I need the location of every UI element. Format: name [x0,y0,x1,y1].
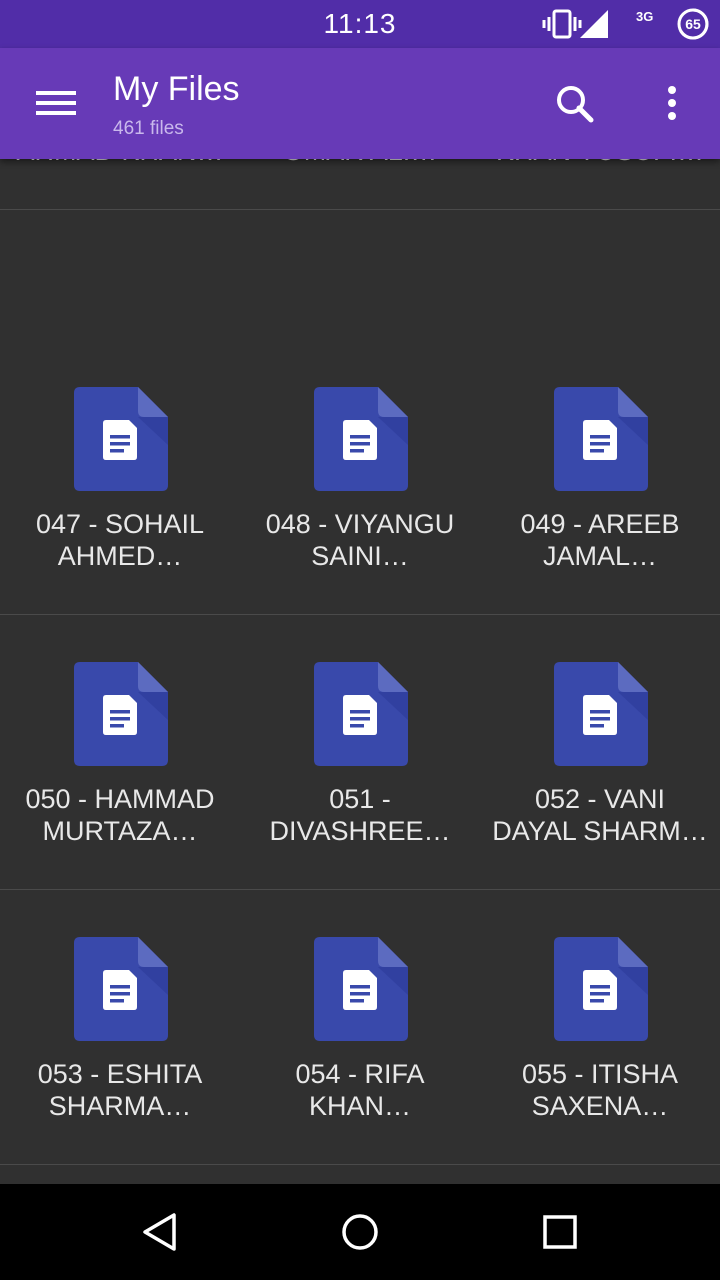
signal-icon [580,10,608,38]
file-item[interactable]: 054 - RIFA KHAN… [240,890,480,1165]
file-row: 050 - HAMMAD MURTAZA… 051 - DIVASHREE… 052 -… [0,615,720,890]
document-icon [554,662,648,766]
back-button[interactable] [120,1202,200,1262]
file-grid[interactable]: 044 - SHAHPERAHMAD KHAN…045 - SYEDOMAR A… [0,0,720,1184]
file-name-line2: SAXENA… [531,1091,669,1121]
file-name-line2: SAINI… [311,541,409,571]
file-name: 049 - AREEB JAMAL… [490,508,710,572]
file-name-line2: DIVASHREE… [269,816,451,846]
file-item[interactable]: 050 - HAMMAD MURTAZA… [0,615,240,890]
menu-button[interactable] [22,72,90,134]
file-row: 047 - SOHAIL AHMED… 048 - VIYANGU SAINI… 049… [0,340,720,615]
file-name-line1: 051 - [329,784,391,814]
more-options-button[interactable] [650,76,694,132]
vibrate-icon [542,9,582,39]
file-name: 055 - ITISHA SAXENA… [490,1058,710,1122]
file-item[interactable]: 048 - VIYANGU SAINI… [240,340,480,615]
home-button[interactable] [320,1202,400,1262]
file-name-line1: 054 - RIFA [295,1059,425,1089]
document-icon [314,937,408,1041]
file-name: 048 - VIYANGU SAINI… [250,508,470,572]
file-name-line1: 052 - VANI [534,784,666,814]
search-button[interactable] [545,76,605,132]
file-name-line1: 055 - ITISHA [521,1059,679,1089]
file-name-line1: 050 - HAMMAD [25,784,215,814]
navigation-bar [0,1184,720,1280]
file-count: 461 files [113,118,184,139]
file-item[interactable]: 051 - DIVASHREE… [240,615,480,890]
file-name: 050 - HAMMAD MURTAZA… [10,783,230,847]
file-name: 051 - DIVASHREE… [250,783,470,847]
file-name-line2: DAYAL SHARM… [492,816,708,846]
file-name: 053 - ESHITA SHARMA… [10,1058,230,1122]
file-name-line2: AHMED… [57,541,183,571]
status-bar: 11:13 3G 65 [0,0,720,48]
more-vert-icon [668,86,676,120]
file-row: 053 - ESHITA SHARMA… 054 - RIFA KHAN… 055 - … [0,890,720,1165]
file-name-line2: MURTAZA… [42,816,198,846]
document-icon [554,937,648,1041]
recents-button[interactable] [520,1202,600,1262]
document-icon [74,937,168,1041]
file-name: 054 - RIFA KHAN… [250,1058,470,1122]
document-icon [314,662,408,766]
file-name-line2: KHAN… [308,1091,411,1121]
file-name-line2: SHARMA… [48,1091,192,1121]
network-type: 3G [636,9,654,24]
file-name-line2: JAMAL… [542,541,658,571]
file-name-line1: 053 - ESHITA [37,1059,203,1089]
document-icon [554,387,648,491]
document-icon [74,387,168,491]
page-title: My Files [113,70,240,108]
file-item[interactable]: 053 - ESHITA SHARMA… [0,890,240,1165]
search-icon [557,86,594,123]
file-item[interactable]: 047 - SOHAIL AHMED… [0,340,240,615]
battery-level: 65 [685,16,701,32]
back-icon [143,1213,176,1251]
file-item[interactable]: 049 - AREEB JAMAL… [480,340,720,615]
signal-indicator: 3G [580,0,666,48]
file-item[interactable]: 055 - ITISHA SAXENA… [480,890,720,1165]
file-name: 052 - VANI DAYAL SHARM… [490,783,710,847]
file-item[interactable]: 052 - VANI DAYAL SHARM… [480,615,720,890]
recents-icon [543,1215,577,1249]
file-name-line1: 047 - SOHAIL [35,509,205,539]
file-name: 047 - SOHAIL AHMED… [10,508,230,572]
app-bar: My Files 461 files [0,48,720,159]
home-icon [342,1214,378,1250]
file-name-line1: 049 - AREEB [520,509,680,539]
document-icon [314,387,408,491]
document-icon [74,662,168,766]
battery-indicator: 65 [676,7,710,41]
file-name-line1: 048 - VIYANGU [265,509,455,539]
